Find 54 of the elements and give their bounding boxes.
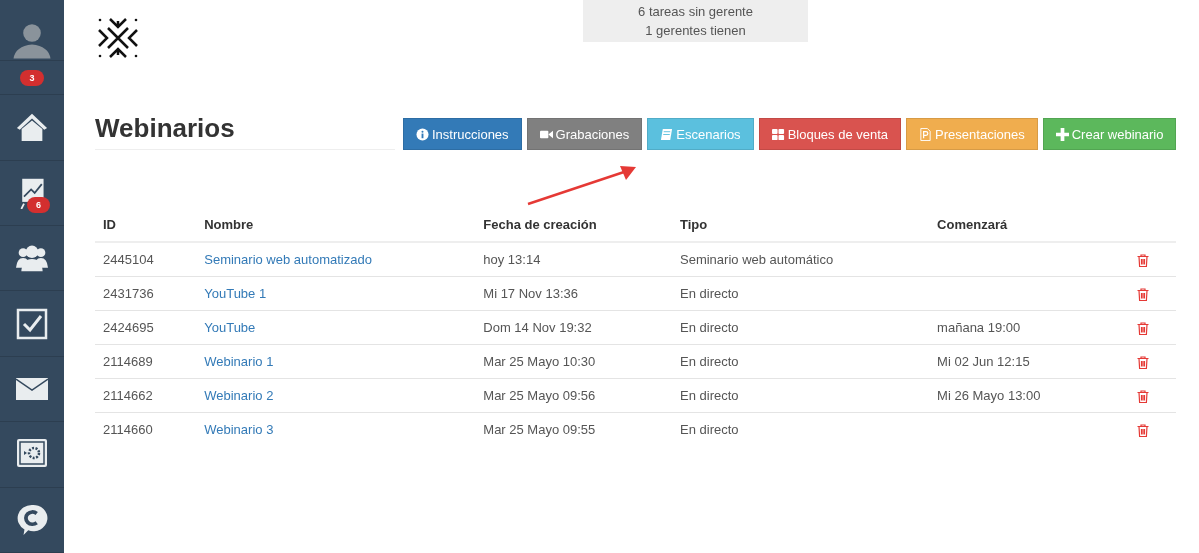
table-cell: 2114662 (95, 378, 197, 413)
table-cell: Seminario web automático (672, 242, 930, 277)
table-cell: En directo (672, 310, 930, 345)
table-cell: En directo (672, 378, 930, 413)
toolbar-button[interactable]: Crear webinario (1042, 118, 1177, 150)
trash-icon[interactable] (1137, 288, 1150, 302)
page-title: Webinarios (95, 113, 236, 144)
plus-icon (1055, 127, 1069, 141)
column-header: Tipo (672, 208, 930, 242)
chat-icon[interactable] (16, 503, 48, 536)
trash-icon[interactable] (1137, 390, 1150, 404)
book-icon (660, 127, 674, 141)
table-cell: En directo (672, 344, 930, 379)
column-header: Fecha de creación (475, 208, 672, 242)
notice-text: 6 tareas sin gerente (637, 3, 754, 21)
home-icon[interactable] (16, 111, 48, 144)
table-cell: 2445104 (95, 242, 197, 277)
toolbar-button[interactable]: Bloques de venta (758, 118, 902, 150)
notice-text: 1 gerentes tienen (644, 22, 747, 40)
table-cell: 2114660 (95, 412, 197, 447)
webinar-link[interactable]: YouTube 1 (204, 286, 267, 302)
webinar-link[interactable]: Webinario 3 (204, 422, 274, 438)
trash-icon[interactable] (1137, 322, 1150, 336)
table-cell: Dom 14 Nov 19:32 (475, 310, 672, 345)
table-cell: En directo (672, 276, 930, 311)
table-cell: 2114689 (95, 344, 197, 379)
document-icon (919, 127, 933, 141)
info-icon (416, 127, 429, 141)
notification-badge: 3 (20, 69, 44, 86)
trash-icon[interactable] (1137, 254, 1150, 268)
toolbar-button[interactable]: Instrucciones (403, 118, 522, 150)
column-header: ID (95, 208, 197, 242)
trash-icon[interactable] (1137, 356, 1150, 370)
table-cell: 2431736 (95, 276, 197, 311)
column-header: Nombre (196, 208, 476, 242)
column-header: Comenzará (929, 208, 1111, 242)
table-cell: Mar 25 Mayo 09:55 (475, 412, 672, 447)
trash-icon[interactable] (1137, 424, 1150, 438)
webinar-link[interactable]: Webinario 2 (204, 388, 274, 404)
webinar-link[interactable]: YouTube (204, 320, 256, 336)
table-cell: mañana 19:00 (937, 320, 1021, 336)
table-cell: 2424695 (95, 310, 197, 345)
webinar-link[interactable]: Webinario 1 (204, 354, 274, 370)
grid-icon (771, 127, 785, 141)
table-cell: Mi 17 Nov 13:36 (475, 276, 672, 311)
table-cell: Mar 25 Mayo 10:30 (475, 344, 672, 379)
table-cell: hoy 13:14 (475, 242, 672, 277)
webinar-link[interactable]: Seminario web automatizado (204, 252, 372, 268)
table-cell: En directo (672, 412, 930, 447)
table-cell: Mi 26 Mayo 13:00 (937, 388, 1041, 404)
toolbar-button[interactable]: Grabaciones (526, 118, 643, 150)
checkbox-icon[interactable] (16, 307, 48, 340)
table-cell: Mar 25 Mayo 09:56 (475, 378, 672, 413)
table-cell: Mi 02 Jun 12:15 (937, 354, 1030, 370)
